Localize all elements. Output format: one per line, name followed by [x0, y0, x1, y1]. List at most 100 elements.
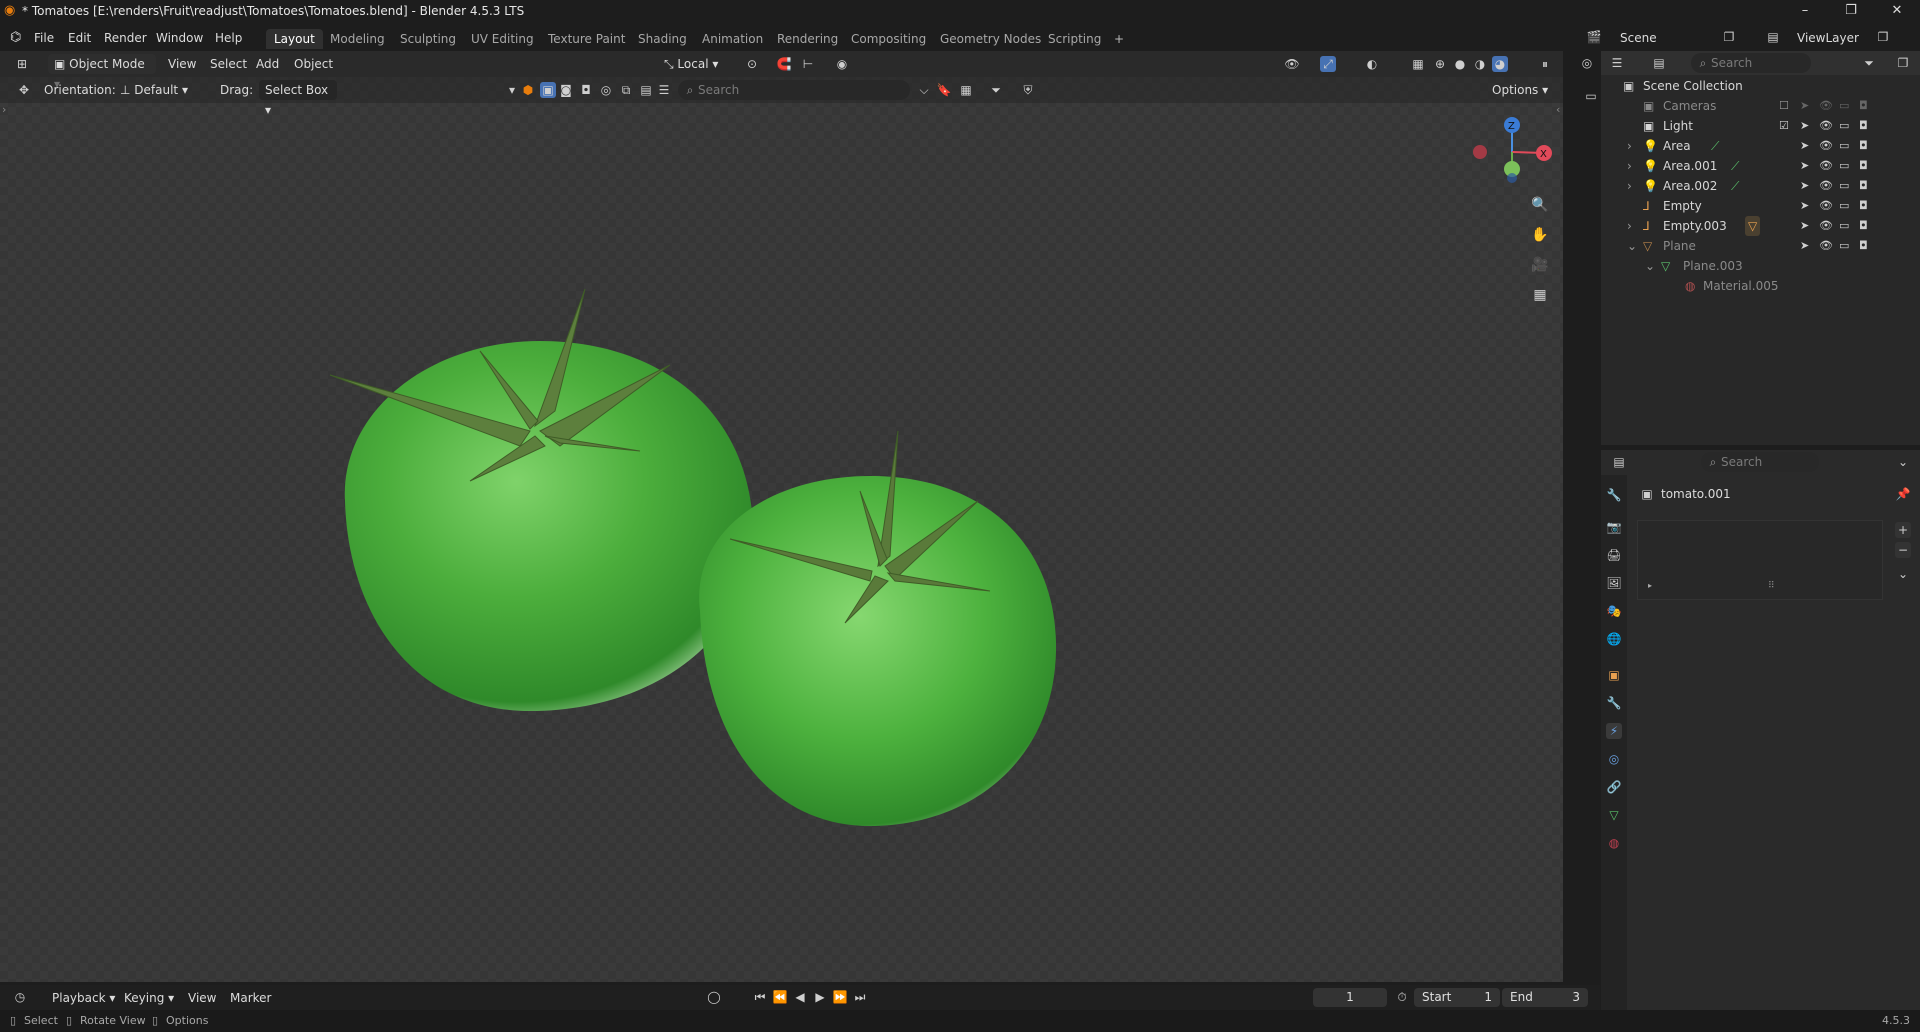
expand-arrow-icon[interactable]: ›: [1627, 216, 1632, 236]
data-list-box[interactable]: ▸ ⠿: [1637, 520, 1883, 600]
select-toggle-icon[interactable]: ➤: [1800, 96, 1809, 116]
expand-arrow-icon[interactable]: ›: [1627, 136, 1632, 156]
select-toggle-icon[interactable]: ➤: [1800, 156, 1809, 176]
current-frame-field[interactable]: 1: [1313, 988, 1387, 1007]
outliner-row-light[interactable]: ▣ Light ☑ ➤ 👁 ▭ ◘: [1601, 116, 1920, 136]
viewport-toggle-icon[interactable]: ▭: [1839, 176, 1849, 196]
exclude-checkbox[interactable]: ☐: [1779, 96, 1789, 116]
select-toggle-icon[interactable]: ➤: [1800, 136, 1809, 156]
outliner-row-empty[interactable]: ⅃ Empty ➤ 👁 ▭ ◘: [1601, 196, 1920, 216]
viewport-toggle-icon[interactable]: ▭: [1839, 156, 1849, 176]
render-toggle-icon[interactable]: ◘: [1859, 96, 1868, 116]
end-frame-field[interactable]: End 3: [1502, 988, 1588, 1007]
display-mode-icon[interactable]: ▤: [1651, 55, 1667, 71]
new-scene-icon[interactable]: ❐: [1721, 29, 1737, 45]
tab-texture-paint[interactable]: Texture Paint: [540, 29, 633, 49]
menu-marker[interactable]: Marker: [230, 988, 271, 1008]
select-toggle-icon[interactable]: ➤: [1800, 216, 1809, 236]
maximize-button[interactable]: ❐: [1828, 0, 1874, 22]
tab-geometry-nodes[interactable]: Geometry Nodes: [932, 29, 1049, 49]
select-toggle-icon[interactable]: ➤: [1800, 116, 1809, 136]
world-tab-icon[interactable]: 🌐: [1606, 631, 1622, 647]
new-collection-icon[interactable]: ❐: [1895, 55, 1911, 71]
menu-help[interactable]: Help: [215, 28, 242, 48]
particles-tab-icon[interactable]: ⚡: [1606, 723, 1622, 739]
render-tab-icon[interactable]: 📷: [1606, 519, 1622, 535]
select-toggle-icon[interactable]: ➤: [1800, 176, 1809, 196]
minimize-button[interactable]: –: [1782, 0, 1828, 22]
eye-icon[interactable]: 👁: [1819, 136, 1833, 156]
tab-scripting[interactable]: Scripting: [1040, 29, 1109, 49]
outliner-sync-icon[interactable]: ◎: [1579, 55, 1595, 71]
toolbar-toggle-icon[interactable]: ›: [2, 103, 6, 116]
exclude-checkbox[interactable]: ☑: [1779, 116, 1789, 136]
eye-icon[interactable]: 👁: [1819, 236, 1833, 256]
auto-keying-icon[interactable]: ◯: [706, 989, 722, 1005]
object-tab-icon[interactable]: ▣: [1606, 667, 1622, 683]
blender-menu-icon[interactable]: ⌬: [10, 30, 21, 45]
render-toggle-icon[interactable]: ◘: [1859, 176, 1868, 196]
tab-uv-editing[interactable]: UV Editing: [463, 29, 542, 49]
3d-viewport[interactable]: ⊞ ▣ Object Mode ▾ View Select Add Object…: [0, 51, 1563, 982]
viewport-toggle-icon[interactable]: ▭: [1839, 216, 1849, 236]
collapse-arrow-icon[interactable]: ⌄: [1645, 256, 1655, 276]
jump-prev-keyframe-icon[interactable]: ⏪: [772, 989, 788, 1005]
outliner-row-area-001[interactable]: › 💡 Area.001 ⟋ ➤ 👁 ▭ ◘: [1601, 156, 1920, 176]
modifiers-tab-icon[interactable]: 🔧: [1606, 695, 1622, 711]
viewport-toggle-icon[interactable]: ▭: [1839, 236, 1849, 256]
render-toggle-icon[interactable]: ◘: [1859, 156, 1868, 176]
properties-tab-icon[interactable]: ▭: [1583, 88, 1599, 104]
close-button[interactable]: ✕: [1874, 0, 1920, 22]
outliner-editor-icon[interactable]: ☰: [1609, 55, 1625, 71]
eye-icon[interactable]: 👁: [1819, 196, 1833, 216]
outliner-row-area-002[interactable]: › 💡 Area.002 ⟋ ➤ 👁 ▭ ◘: [1601, 176, 1920, 196]
tab-animation[interactable]: Animation: [694, 29, 771, 49]
view-layer-tab-icon[interactable]: 🖼: [1606, 575, 1622, 591]
menu-view[interactable]: View: [188, 988, 216, 1008]
play-reverse-icon[interactable]: ◀: [792, 989, 808, 1005]
render-toggle-icon[interactable]: ◘: [1859, 216, 1868, 236]
render-toggle-icon[interactable]: ◘: [1859, 196, 1868, 216]
eye-icon[interactable]: 👁: [1819, 176, 1833, 196]
menu-edit[interactable]: Edit: [68, 28, 91, 48]
jump-end-icon[interactable]: ⏭: [852, 989, 868, 1005]
select-toggle-icon[interactable]: ➤: [1800, 236, 1809, 256]
jump-start-icon[interactable]: ⏮: [752, 989, 768, 1005]
outliner-row-cameras[interactable]: ▣ Cameras ☐ ➤ 👁 ▭ ◘: [1601, 96, 1920, 116]
add-slot-icon[interactable]: +: [1895, 522, 1911, 538]
new-viewlayer-icon[interactable]: ❐: [1875, 29, 1891, 45]
viewport-toggle-icon[interactable]: ▭: [1839, 196, 1849, 216]
tab-sculpting[interactable]: Sculpting: [392, 29, 464, 49]
eye-icon[interactable]: 👁: [1819, 116, 1833, 136]
output-tab-icon[interactable]: 🖨: [1606, 547, 1622, 563]
tab-modeling[interactable]: Modeling: [322, 29, 393, 49]
outliner-filter-icon[interactable]: ⏷: [1861, 55, 1877, 71]
outliner-row-plane-003[interactable]: ⌄ ▽ Plane.003: [1601, 256, 1920, 276]
add-workspace-button[interactable]: +: [1106, 29, 1132, 49]
render-toggle-icon[interactable]: ◘: [1859, 116, 1868, 136]
preview-range-icon[interactable]: ⏱: [1394, 989, 1410, 1005]
menu-render[interactable]: Render: [104, 28, 147, 48]
outliner-row-area[interactable]: › 💡 Area ⟋ ➤ 👁 ▭ ◘: [1601, 136, 1920, 156]
jump-next-keyframe-icon[interactable]: ⏩: [832, 989, 848, 1005]
collapse-arrow-icon[interactable]: ⌄: [1627, 236, 1637, 256]
outliner-row-empty-003[interactable]: › ⅃ Empty.003 ▽ ➤ 👁 ▭ ◘: [1601, 216, 1920, 236]
select-toggle-icon[interactable]: ➤: [1800, 196, 1809, 216]
pin-icon[interactable]: 📌: [1895, 486, 1911, 502]
expand-arrow-icon[interactable]: ›: [1627, 156, 1632, 176]
menu-playback[interactable]: Playback ▾: [52, 988, 115, 1008]
outliner-row-scene-collection[interactable]: ▣ Scene Collection: [1601, 76, 1920, 96]
menu-file[interactable]: File: [34, 28, 54, 48]
expand-arrow-icon[interactable]: ›: [1627, 176, 1632, 196]
slot-menu-icon[interactable]: ⌄: [1895, 566, 1911, 582]
outliner-row-plane[interactable]: ⌄ ▽ Plane ➤ 👁 ▭ ◘: [1601, 236, 1920, 256]
constraints-tab-icon[interactable]: 🔗: [1606, 779, 1622, 795]
eye-icon[interactable]: 👁: [1819, 156, 1833, 176]
tab-layout[interactable]: Layout: [266, 29, 323, 49]
properties-options-icon[interactable]: ⌄: [1895, 454, 1911, 470]
tab-compositing[interactable]: Compositing: [843, 29, 934, 49]
viewport-toggle-icon[interactable]: ▭: [1839, 96, 1849, 116]
physics-tab-icon[interactable]: ◎: [1606, 751, 1622, 767]
eye-icon[interactable]: 👁: [1819, 96, 1833, 116]
play-icon[interactable]: ▶: [812, 989, 828, 1005]
